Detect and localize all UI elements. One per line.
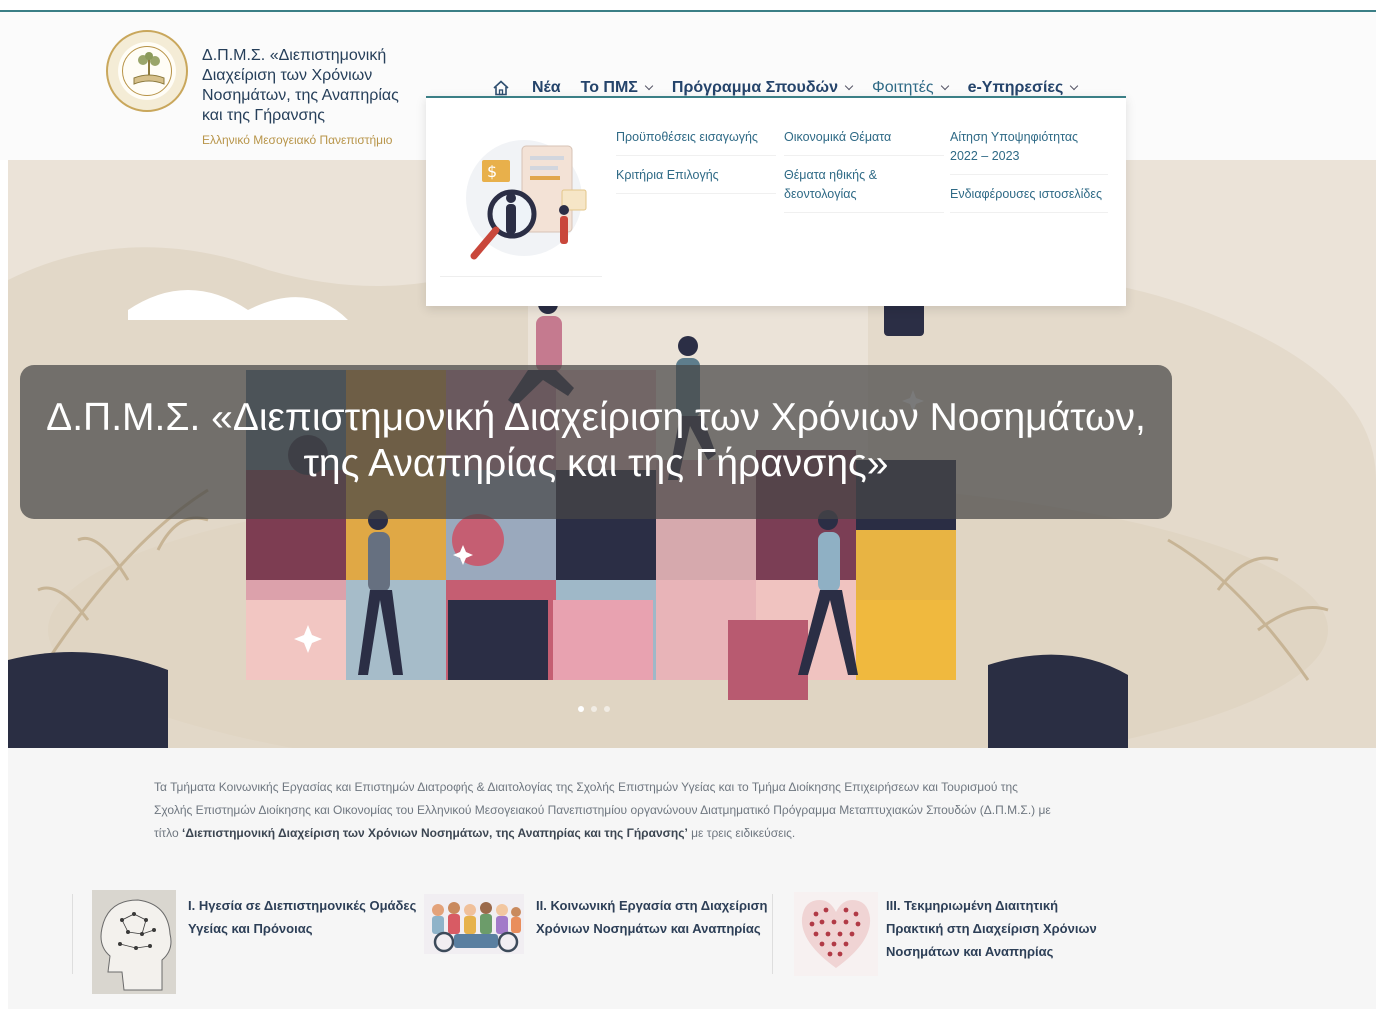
heart-people-icon — [794, 892, 878, 976]
search-document-illustration-icon: $ — [466, 140, 587, 260]
menu-item-application-2022-2023[interactable]: Αίτηση Υποψηφιότητας 2022 – 2023 — [950, 128, 1108, 175]
program-dropdown-menu: $ Προϋποθέσεις εισαγωγής Κριτήρια Επιλογ… — [426, 96, 1126, 306]
dropdown-column-2: Οικονομικά Θέματα Θέματα ηθικής & δεοντο… — [784, 128, 944, 223]
chevron-down-icon — [1070, 81, 1079, 91]
menu-item-useful-links[interactable]: Ενδιαφέρουσες ιστοσελίδες — [950, 185, 1108, 213]
chevron-down-icon — [644, 81, 654, 91]
specializations-list: I. Ηγεσία σε Διεπιστημονικές Ομάδες Υγεί… — [72, 890, 1172, 1000]
chevron-down-icon — [940, 81, 949, 91]
specialization-title-3[interactable]: III. Τεκμηριωμένη Διαιτητική Πρακτική στ… — [886, 894, 1118, 963]
specialization-title-1[interactable]: I. Ηγεσία σε Διεπιστημονικές Ομάδες Υγεί… — [188, 894, 418, 940]
brand-title[interactable]: Δ.Π.Μ.Σ. «Διεπιστημονική Διαχείριση των … — [202, 46, 412, 126]
menu-item-financial-matters[interactable]: Οικονομικά Θέματα — [784, 128, 944, 156]
hero-title: Δ.Π.Μ.Σ. «Διεπιστημονική Διαχείριση των … — [20, 395, 1172, 487]
university-seal-icon[interactable] — [106, 30, 188, 112]
dropdown-column-1: Προϋποθέσεις εισαγωγής Κριτήρια Επιλογής — [616, 128, 776, 204]
university-name: Ελληνικό Μεσογειακό Πανεπιστήμιο — [202, 133, 393, 147]
program-intro-text: Τα Τμήματα Κοινωνικής Εργασίας και Επιστ… — [154, 776, 1054, 845]
slider-dot-2[interactable] — [591, 706, 597, 712]
svg-text:$: $ — [487, 162, 497, 181]
nav-item-students[interactable]: Φοιτητές — [872, 79, 949, 97]
slider-dot-3[interactable] — [604, 706, 610, 712]
group-people-icon — [424, 894, 524, 954]
hero-title-line-2: της Αναπηρίας και της Γήρανσης» — [303, 442, 889, 485]
menu-item-admission-requirements[interactable]: Προϋποθέσεις εισαγωγής — [616, 128, 776, 156]
menu-item-ethics[interactable]: Θέματα ηθικής & δεοντολογίας — [784, 166, 944, 213]
hero-title-banner: Δ.Π.Μ.Σ. «Διεπιστημονική Διαχείριση των … — [20, 365, 1172, 519]
chevron-down-icon — [844, 81, 854, 91]
menu-item-selection-criteria[interactable]: Κριτήρια Επιλογής — [616, 166, 776, 194]
specialization-card-1[interactable]: I. Ηγεσία σε Διεπιστημονικές Ομάδες Υγεί… — [92, 890, 422, 1000]
slider-dot-1[interactable] — [578, 706, 584, 712]
specialization-title-2[interactable]: II. Κοινωνική Εργασία στη Διαχείριση Χρό… — [536, 894, 768, 940]
nav-item-curriculum[interactable]: Πρόγραμμα Σπουδών — [672, 79, 854, 97]
nav-item-e-services[interactable]: e-Υπηρεσίες — [968, 79, 1079, 97]
slider-dots — [578, 706, 610, 712]
hero-title-line-1: Δ.Π.Μ.Σ. «Διεπιστημονική Διαχείριση των … — [46, 396, 1146, 439]
specialization-card-3[interactable]: III. Τεκμηριωμένη Διαιτητική Πρακτική στ… — [794, 890, 1144, 1000]
nav-item-program[interactable]: Το ΠΜΣ — [581, 79, 654, 97]
dropdown-column-3: Αίτηση Υποψηφιότητας 2022 – 2023 Ενδιαφέ… — [950, 128, 1108, 223]
home-icon[interactable] — [492, 79, 510, 97]
intro-suffix: με τρεις ειδικεύσεις. — [691, 826, 796, 840]
nav-item-news[interactable]: Νέα — [532, 79, 561, 97]
intro-program-title: ‘Διεπιστημονική Διαχείριση των Χρόνιων Ν… — [181, 826, 688, 840]
specialization-card-2[interactable]: II. Κοινωνική Εργασία στη Διαχείριση Χρό… — [424, 890, 774, 1000]
head-brain-icon — [92, 890, 176, 994]
